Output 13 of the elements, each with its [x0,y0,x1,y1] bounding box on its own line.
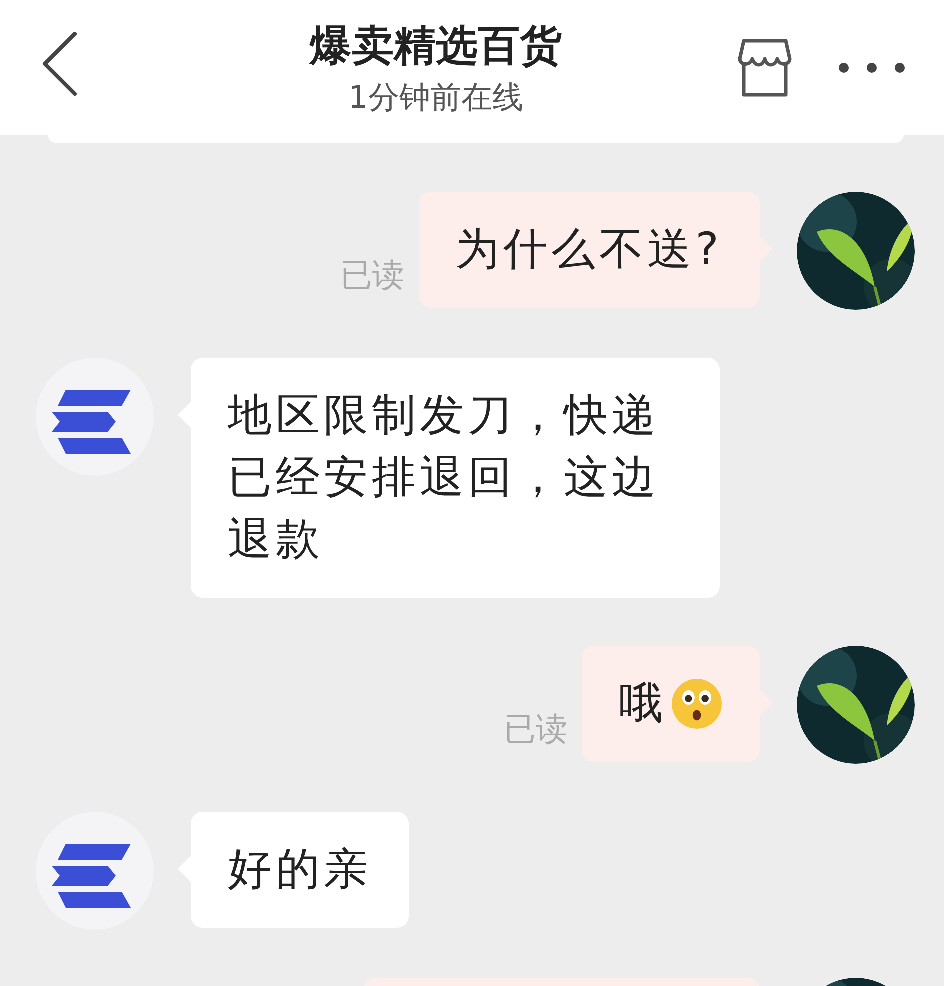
read-receipt: 已读 [504,709,568,750]
read-receipt: 已读 [340,255,405,296]
logo-avatar-icon [36,812,154,930]
back-icon[interactable] [42,32,78,96]
surprised-face-icon [671,678,723,730]
online-status: 1分钟前在线 [348,78,524,118]
message-text: 为什么不送? [456,223,723,277]
logo-avatar-icon [36,358,154,476]
message-text: 哦 [619,677,667,731]
message-text: 好的亲 [228,843,372,897]
message-text: 地区限制发刀，快递已经安排退回，这边退款 [228,389,661,567]
chat-title: 爆卖精选百货 [310,20,562,72]
more-icon[interactable] [838,62,906,74]
